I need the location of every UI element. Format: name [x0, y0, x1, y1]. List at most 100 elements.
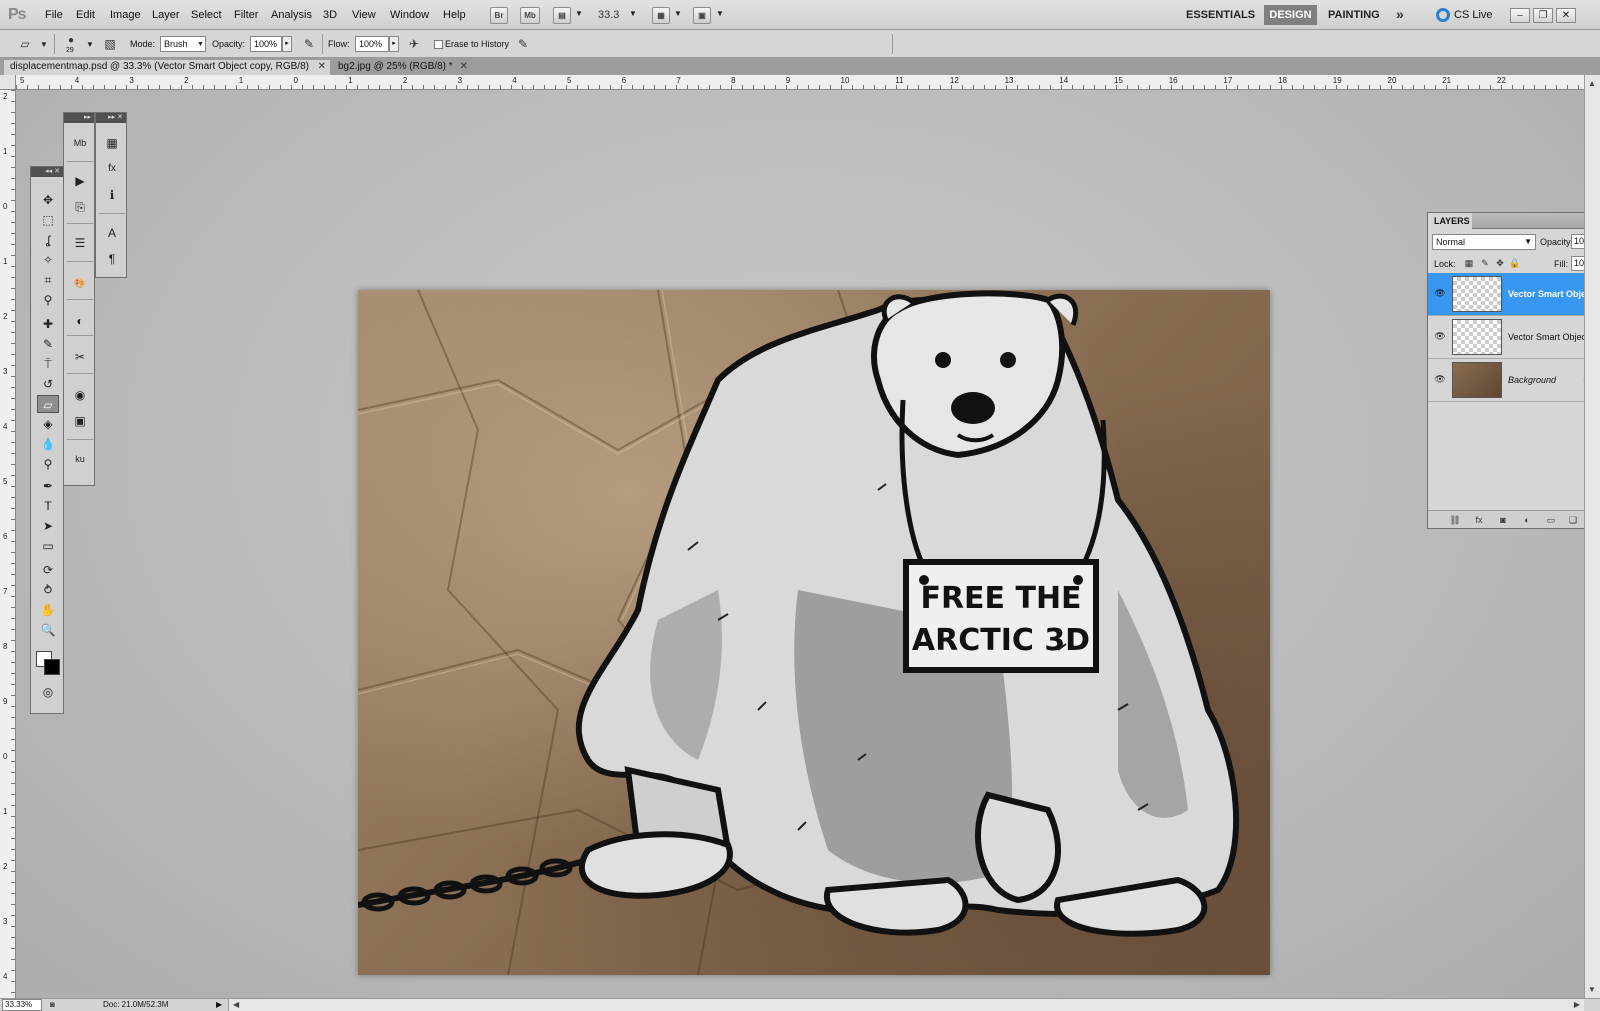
tools-panel-header[interactable]: ◂◂ ✕ [31, 167, 63, 177]
eye-icon[interactable]: 👁 [1433, 330, 1447, 342]
eye-icon[interactable]: 👁 [1433, 287, 1447, 299]
cs-live-button[interactable]: CS Live [1454, 9, 1493, 21]
scroll-up-icon[interactable]: ▲ [1588, 79, 1596, 88]
view-extras-dropdown-icon[interactable]: ▼ [575, 9, 583, 18]
character-panel-icon[interactable]: A [101, 223, 123, 243]
menu-window[interactable]: Window [390, 9, 429, 21]
healing-brush-tool[interactable]: ✚ [37, 315, 59, 333]
brush-panel-icon[interactable]: ▧ [101, 36, 119, 52]
zoom-status-field[interactable]: 33.33% [2, 999, 42, 1011]
arrange-dropdown-icon[interactable]: ▼ [674, 9, 682, 18]
animation-panel-icon[interactable]: ▶ [69, 171, 91, 191]
close-icon[interactable]: ✕ [460, 60, 468, 74]
dodge-tool[interactable]: ⚲ [37, 455, 59, 473]
eraser-tool[interactable]: ▱ [37, 395, 59, 413]
hand-tool[interactable]: ✋ [37, 601, 59, 619]
paragraph-panel-icon[interactable]: ¶ [101, 249, 123, 269]
kuler-panel-icon[interactable]: ku [69, 449, 91, 469]
clone-source-panel-icon[interactable]: ⎘ [69, 197, 91, 217]
status-info-icon[interactable]: ◙ [50, 1000, 55, 1009]
menu-select[interactable]: Select [191, 9, 222, 21]
actions-panel-icon[interactable]: ☰ [69, 233, 91, 253]
screen-mode-dropdown-icon[interactable]: ▼ [716, 9, 724, 18]
lock-all-icon[interactable]: 🔒 [1509, 257, 1521, 269]
tab-bg2[interactable]: bg2.jpg @ 25% (RGB/8) * ✕ [332, 60, 472, 75]
quick-select-tool[interactable]: ✧ [37, 251, 59, 269]
scroll-down-icon[interactable]: ▼ [1588, 985, 1596, 994]
tool-presets-panel-icon[interactable]: ✂ [69, 347, 91, 367]
flow-field[interactable]: 100% [355, 36, 389, 52]
workspace-essentials[interactable]: ESSENTIALS [1186, 9, 1255, 21]
status-menu-arrow-icon[interactable]: ▶ [216, 1000, 222, 1009]
horizontal-scrollbar[interactable]: ◀ ▶ [228, 999, 1584, 1011]
screen-mode-icon[interactable]: ▣ [693, 7, 711, 24]
styles-panel-icon[interactable]: fx [101, 159, 123, 179]
menu-3d[interactable]: 3D [323, 9, 337, 21]
menu-help[interactable]: Help [443, 9, 466, 21]
new-layer-icon[interactable]: ❏ [1566, 513, 1580, 527]
close-button[interactable]: ✕ [1556, 8, 1576, 23]
shape-tool[interactable]: ▭ [37, 537, 59, 555]
quick-mask-tool[interactable]: ◎ [37, 683, 59, 701]
menu-layer[interactable]: Layer [152, 9, 180, 21]
blend-mode-select[interactable]: Normal ▼ [1432, 234, 1536, 250]
zoom-dropdown-icon[interactable]: ▼ [629, 9, 637, 18]
vertical-scrollbar[interactable]: ▲ ▼ [1584, 75, 1600, 998]
restore-button[interactable]: ❐ [1533, 8, 1553, 23]
blur-tool[interactable]: 💧 [37, 435, 59, 453]
cs-live-icon[interactable] [1436, 8, 1450, 22]
scroll-left-icon[interactable]: ◀ [233, 1000, 239, 1009]
canvas-workspace[interactable]: FREE THE ARCTIC 3D [16, 90, 1584, 998]
pen-tool[interactable]: ✒ [37, 477, 59, 495]
lasso-tool[interactable]: ʆ [37, 231, 59, 249]
path-select-tool[interactable]: ➤ [37, 517, 59, 535]
opacity-field[interactable]: 100% [250, 36, 282, 52]
minimize-button[interactable]: – [1510, 8, 1530, 23]
airbrush-icon[interactable]: ✈ [405, 36, 423, 52]
horizontal-ruler[interactable] [16, 75, 1584, 90]
menu-analysis[interactable]: Analysis [271, 9, 312, 21]
menu-file[interactable]: File [45, 9, 63, 21]
new-group-icon[interactable]: ▭ [1544, 513, 1558, 527]
view-extras-icon[interactable]: ▤ [553, 7, 571, 24]
zoom-tool[interactable]: 🔍 [37, 621, 59, 639]
bridge-button[interactable]: Br [490, 7, 508, 24]
mode-dropdown-icon[interactable]: ▼ [197, 41, 204, 48]
workspace-painting[interactable]: PAINTING [1328, 9, 1380, 21]
menu-filter[interactable]: Filter [234, 9, 258, 21]
type-tool[interactable]: T [37, 497, 59, 515]
eyedropper-tool[interactable]: ⚲ [37, 291, 59, 309]
tab-displacementmap[interactable]: displacementmap.psd @ 33.3% (Vector Smar… [4, 60, 330, 75]
workspace-more-button[interactable]: » [1396, 6, 1404, 22]
layer-row-background[interactable]: 👁 Background 🔒 [1428, 359, 1600, 402]
flow-slider-arrow-icon[interactable]: ▸ [389, 36, 399, 52]
3d-orbit-tool[interactable]: ⥁ [37, 581, 59, 599]
crop-tool[interactable]: ⌗ [37, 271, 59, 289]
link-layers-icon[interactable]: ⛓ [1448, 513, 1462, 527]
zoom-level-field[interactable]: 33.3 [598, 9, 619, 21]
dock-header[interactable]: ▸▸ ✕ [96, 113, 126, 123]
marquee-tool[interactable]: ⬚ [37, 211, 59, 229]
workspace-design[interactable]: DESIGN [1264, 5, 1317, 25]
history-brush-tool[interactable]: ↺ [37, 375, 59, 393]
lock-position-icon[interactable]: ✥ [1494, 257, 1506, 269]
tablet-opacity-icon[interactable]: ✎ [300, 36, 318, 52]
close-icon[interactable]: ✕ [318, 60, 326, 74]
adjustments-panel-icon[interactable]: ◐ [69, 311, 91, 331]
background-color-swatch[interactable] [44, 659, 60, 675]
menu-image[interactable]: Image [110, 9, 141, 21]
tablet-size-icon[interactable]: ✎ [514, 36, 532, 52]
tab-layers[interactable]: LAYERS [1428, 213, 1472, 229]
layer-row-vector-smart-object[interactable]: 👁 Vector Smart Object [1428, 316, 1600, 359]
mini-bridge-button[interactable]: Mb [520, 7, 540, 24]
info-panel-icon[interactable]: ℹ [101, 185, 123, 205]
swatches-panel-icon[interactable]: 🎨 [69, 273, 91, 293]
lock-pixels-icon[interactable]: ✎ [1479, 257, 1491, 269]
lock-transparency-icon[interactable]: ▦ [1463, 257, 1475, 269]
minibridge-panel-icon[interactable]: Mb [69, 133, 91, 153]
brush-picker-dropdown-icon[interactable]: ▼ [86, 40, 94, 49]
layer-style-icon[interactable]: fx [1472, 513, 1486, 527]
paint-bucket-tool[interactable]: ◈ [37, 415, 59, 433]
menu-edit[interactable]: Edit [76, 9, 95, 21]
document-canvas[interactable]: FREE THE ARCTIC 3D [358, 290, 1270, 975]
